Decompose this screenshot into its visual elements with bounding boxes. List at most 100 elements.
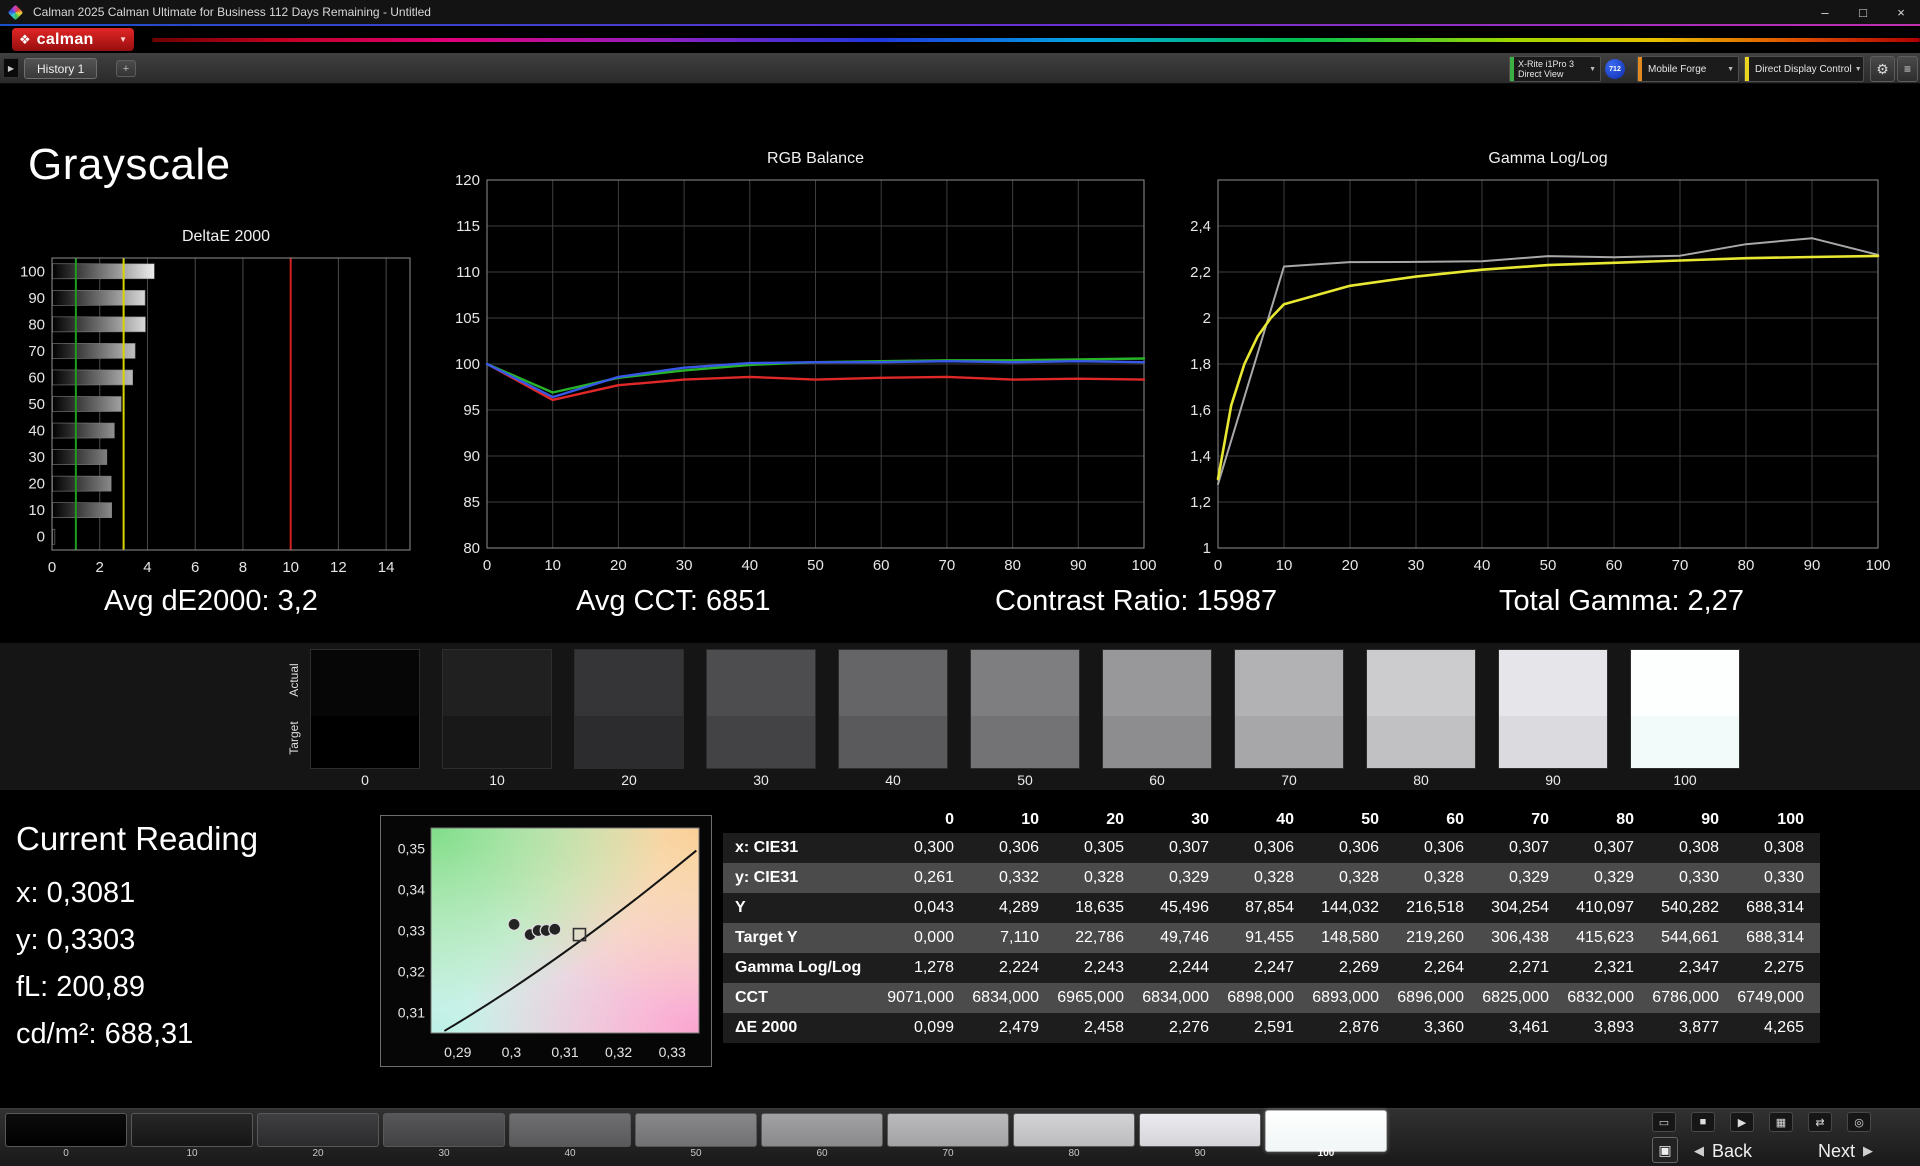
table-cell: 3,360: [1423, 1019, 1464, 1036]
next-label: Next: [1818, 1140, 1856, 1161]
svg-text:0: 0: [37, 529, 45, 546]
close-button[interactable]: ×: [1882, 0, 1920, 24]
table-cell: 219,260: [1406, 929, 1464, 946]
svg-text:90: 90: [28, 290, 45, 307]
pattern-level-label: 90: [1194, 1148, 1206, 1159]
table-cell: 216,518: [1406, 899, 1464, 916]
actual-swatch: [707, 650, 815, 716]
maximize-button[interactable]: □: [1844, 0, 1882, 24]
swatch-label: 50: [1017, 772, 1033, 788]
svg-text:110: 110: [456, 264, 480, 281]
display-capture-icon[interactable]: ▭: [1652, 1112, 1676, 1132]
pattern-level-0-button[interactable]: 0: [5, 1113, 127, 1159]
table-cell: 0,328: [1338, 869, 1379, 886]
column-header: 40: [1276, 810, 1294, 828]
table-cell: 18,635: [1075, 899, 1124, 916]
row-label: ΔE 2000: [735, 1019, 798, 1036]
pattern-level-label: 0: [63, 1148, 69, 1159]
svg-text:0,33: 0,33: [398, 923, 425, 939]
title-bar: Calman 2025 Calman Ultimate for Business…: [0, 0, 1920, 24]
pattern-level-100-button[interactable]: 100: [1265, 1110, 1387, 1159]
rgb-balance-chart: 0 10 20 30 40 50 60 70 80 90 100 80 85 90 95 100 105 110 1…: [455, 174, 1156, 574]
pattern-level-50-button[interactable]: 50: [635, 1113, 757, 1159]
save-icon[interactable]: ▦: [1769, 1112, 1793, 1132]
table-cell: 688,314: [1746, 929, 1804, 946]
actual-row-label: Actual: [287, 663, 301, 697]
gray-swatch-40: 40: [838, 649, 948, 788]
svg-text:0: 0: [483, 557, 491, 574]
table-cell: 0,000: [913, 929, 954, 946]
table-cell: 0,329: [1168, 869, 1209, 886]
table-row: ΔE 2000 0,099 2,479 2,458 2,276 2,591 2,876 3,3…: [723, 1013, 1820, 1043]
swatch-label: 60: [1149, 772, 1165, 788]
pattern-window-button[interactable]: ▣: [1652, 1137, 1678, 1163]
back-button[interactable]: ◀ Back: [1694, 1138, 1752, 1164]
svg-text:100: 100: [20, 263, 45, 280]
target-swatch: [1235, 716, 1343, 768]
table-cell: 1,278: [913, 959, 954, 976]
swatch-label: 10: [489, 772, 505, 788]
table-row: x: CIE31 0,300 0,306 0,305 0,307 0,306 0,306 0,…: [723, 833, 1820, 863]
column-header: 30: [1191, 810, 1209, 828]
play-icon[interactable]: ▶: [1730, 1112, 1754, 1132]
pattern-level-40-button[interactable]: 40: [509, 1113, 631, 1159]
table-row: Target Y 0,000 7,110 22,786 49,746 91,455 148,…: [723, 923, 1820, 953]
pattern-level-20-button[interactable]: 20: [257, 1113, 379, 1159]
pattern-level-70-button[interactable]: 70: [887, 1113, 1009, 1159]
calman-wordmark: calman: [36, 30, 94, 48]
svg-text:40: 40: [1474, 557, 1491, 574]
svg-text:100: 100: [455, 356, 480, 373]
table-header-row: 0 10 20 30 40 50 60 70 80 90 100: [723, 806, 1820, 833]
meter-name: X-Rite i1Pro 3: [1518, 59, 1575, 69]
svg-text:120: 120: [455, 174, 480, 189]
page-title: Grayscale: [28, 140, 231, 189]
settings-gear-button[interactable]: ⚙: [1870, 56, 1895, 82]
pattern-level-label: 10: [186, 1148, 198, 1159]
target-row-label: Target: [287, 721, 301, 755]
table-cell: 3,893: [1593, 1019, 1634, 1036]
add-tab-button[interactable]: +: [116, 60, 136, 77]
tab-history-1[interactable]: History 1: [24, 58, 98, 79]
gray-swatch-10: 10: [442, 649, 552, 788]
workflow-options-button[interactable]: ≡: [1897, 56, 1918, 82]
panel-toggle-button[interactable]: ▶: [3, 58, 19, 78]
table-cell: 410,097: [1576, 899, 1634, 916]
back-label: Back: [1712, 1140, 1753, 1161]
display-control-dropdown[interactable]: Direct Display Control ▼: [1744, 56, 1864, 82]
svg-text:4: 4: [143, 559, 151, 576]
calman-menu-button[interactable]: ❖ calman ▼: [12, 28, 134, 51]
meter-dropdown[interactable]: X-Rite i1Pro 3 Direct View ▼: [1509, 56, 1601, 82]
table-cell: 0,332: [998, 869, 1039, 886]
next-button[interactable]: Next ▶: [1818, 1138, 1873, 1164]
column-header: 0: [945, 810, 954, 828]
svg-text:50: 50: [1540, 557, 1557, 574]
table-cell: 2,264: [1423, 959, 1464, 976]
gray-swatch-20: 20: [574, 649, 684, 788]
meter-status-badge: 712: [1605, 59, 1625, 79]
table-cell: 2,269: [1338, 959, 1379, 976]
pattern-level-90-button[interactable]: 90: [1139, 1113, 1261, 1159]
meter-mode: Direct View: [1518, 69, 1564, 79]
display-control-name: Direct Display Control: [1755, 63, 1852, 75]
record-icon[interactable]: ◎: [1847, 1112, 1871, 1132]
stop-icon[interactable]: ■: [1691, 1112, 1715, 1132]
pattern-level-60-button[interactable]: 60: [761, 1113, 883, 1159]
target-swatch: [443, 716, 551, 768]
source-dropdown[interactable]: Mobile Forge ▼: [1637, 56, 1739, 82]
swatch-label: 40: [885, 772, 901, 788]
table-cell: 2,591: [1253, 1019, 1294, 1036]
pattern-level-80-button[interactable]: 80: [1013, 1113, 1135, 1159]
svg-text:0,31: 0,31: [551, 1044, 578, 1060]
table-row: Gamma Log/Log 1,278 2,224 2,243 2,244 2,247 2,…: [723, 953, 1820, 983]
table-cell: 306,438: [1491, 929, 1549, 946]
deltae-chart: 0 2 4 6 8 10 12 141009080706050403020100: [20, 257, 411, 576]
pattern-level-30-button[interactable]: 30: [383, 1113, 505, 1159]
svg-text:20: 20: [610, 557, 627, 574]
minimize-button[interactable]: –: [1806, 0, 1844, 24]
pattern-level-10-button[interactable]: 10: [131, 1113, 253, 1159]
svg-text:10: 10: [544, 557, 561, 574]
sync-icon[interactable]: ⇄: [1808, 1112, 1832, 1132]
swatch-label: 70: [1281, 772, 1297, 788]
table-cell: 6893,000: [1312, 989, 1379, 1006]
reading-y: y: 0,3303: [16, 924, 136, 956]
